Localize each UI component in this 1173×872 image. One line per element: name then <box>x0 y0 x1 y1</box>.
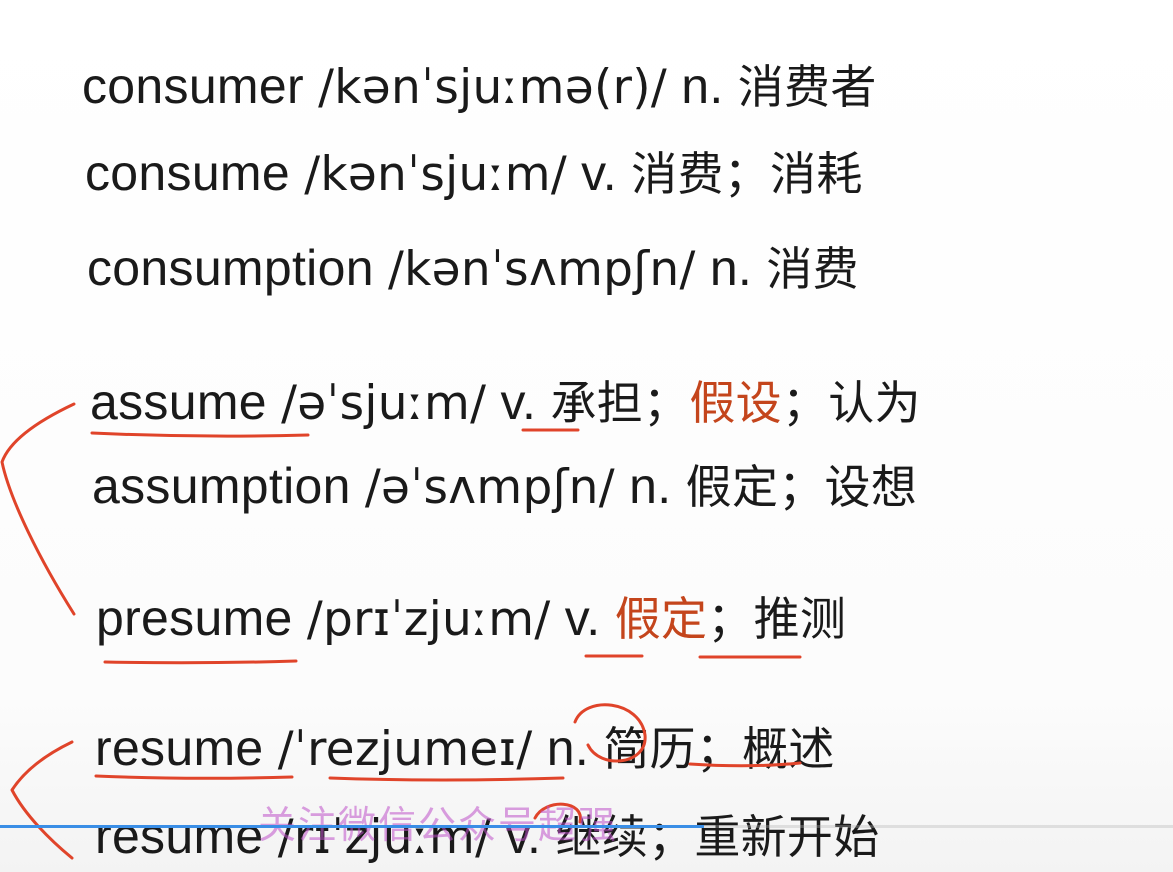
vocab-line-consumer: consumer /kənˈsjuːmə(r)/ n. 消费者 <box>82 56 877 118</box>
vocab-phonetic: /əˈsʌmpʃn/ <box>364 460 615 515</box>
vocab-part-of-speech: n. <box>681 58 724 114</box>
vocab-meaning: 消费 <box>766 242 859 296</box>
vocab-word: presume <box>96 590 293 646</box>
video-progress-bar[interactable] <box>0 825 1173 828</box>
vocab-phonetic: /kənˈsʌmpʃn/ <box>388 242 696 297</box>
vocab-word: resume <box>95 808 264 864</box>
vocab-meaning: 假定；设想 <box>685 460 918 514</box>
group-bracket-assume <box>0 402 76 616</box>
vocab-word: consumption <box>87 240 374 296</box>
vocab-meaning: ；认为 <box>781 376 921 430</box>
vocab-phonetic: /kənˈsjuːmə(r)/ <box>318 60 668 115</box>
underline-presume <box>103 659 298 665</box>
vocab-phonetic: /kənˈsjuːm/ <box>304 147 567 202</box>
vocab-part-of-speech: v. <box>500 374 537 430</box>
vocab-word: resume <box>95 720 264 776</box>
vocab-line-presume: presume /prɪˈzjuːm/ v. 假定；推测 <box>96 588 846 650</box>
vocab-part-of-speech: n. <box>709 240 753 296</box>
vocab-word: assume <box>90 374 267 430</box>
vocab-meaning: 消费；消耗 <box>631 147 863 201</box>
vocab-line-resume-noun: resume /ˈrezjumeɪ/ n. 简历；概述 <box>95 718 835 780</box>
vocab-meaning: 简历；概述 <box>603 722 835 776</box>
vocab-line-consume: consume /kənˈsjuːm/ v. 消费；消耗 <box>85 143 863 205</box>
vocab-part-of-speech: n. <box>546 720 590 776</box>
slide-canvas: consumer /kənˈsjuːmə(r)/ n. 消费者 consume … <box>0 0 1173 872</box>
vocab-word: assumption <box>92 458 351 514</box>
video-progress-fill <box>0 825 704 828</box>
vocab-meaning-highlight: 假设 <box>689 376 782 430</box>
vocab-line-consumption: consumption /kənˈsʌmpʃn/ n. 消费 <box>87 238 859 300</box>
vocab-word: consume <box>85 145 290 201</box>
vocab-phonetic: /prɪˈzjuːm/ <box>306 592 551 647</box>
vocab-word: consumer <box>82 58 304 114</box>
vocab-part-of-speech: v. <box>564 590 601 646</box>
vocab-meaning-highlight: 假定 <box>614 592 708 646</box>
vocab-meaning: 消费者 <box>737 60 877 114</box>
vocab-phonetic: /əˈsjuːm/ <box>281 376 487 431</box>
vocab-part-of-speech: v. <box>581 145 617 201</box>
vocab-meaning: ；推测 <box>707 592 847 646</box>
vocab-line-assumption: assumption /əˈsʌmpʃn/ n. 假定；设想 <box>92 456 917 518</box>
vocab-meaning: 承担； <box>550 376 690 430</box>
vocab-phonetic: /ˈrezjumeɪ/ <box>277 722 533 777</box>
vocab-part-of-speech: n. <box>629 458 672 514</box>
group-bracket-resume <box>10 740 74 860</box>
vocab-line-assume: assume /əˈsjuːm/ v. 承担；假设；认为 <box>90 372 921 434</box>
